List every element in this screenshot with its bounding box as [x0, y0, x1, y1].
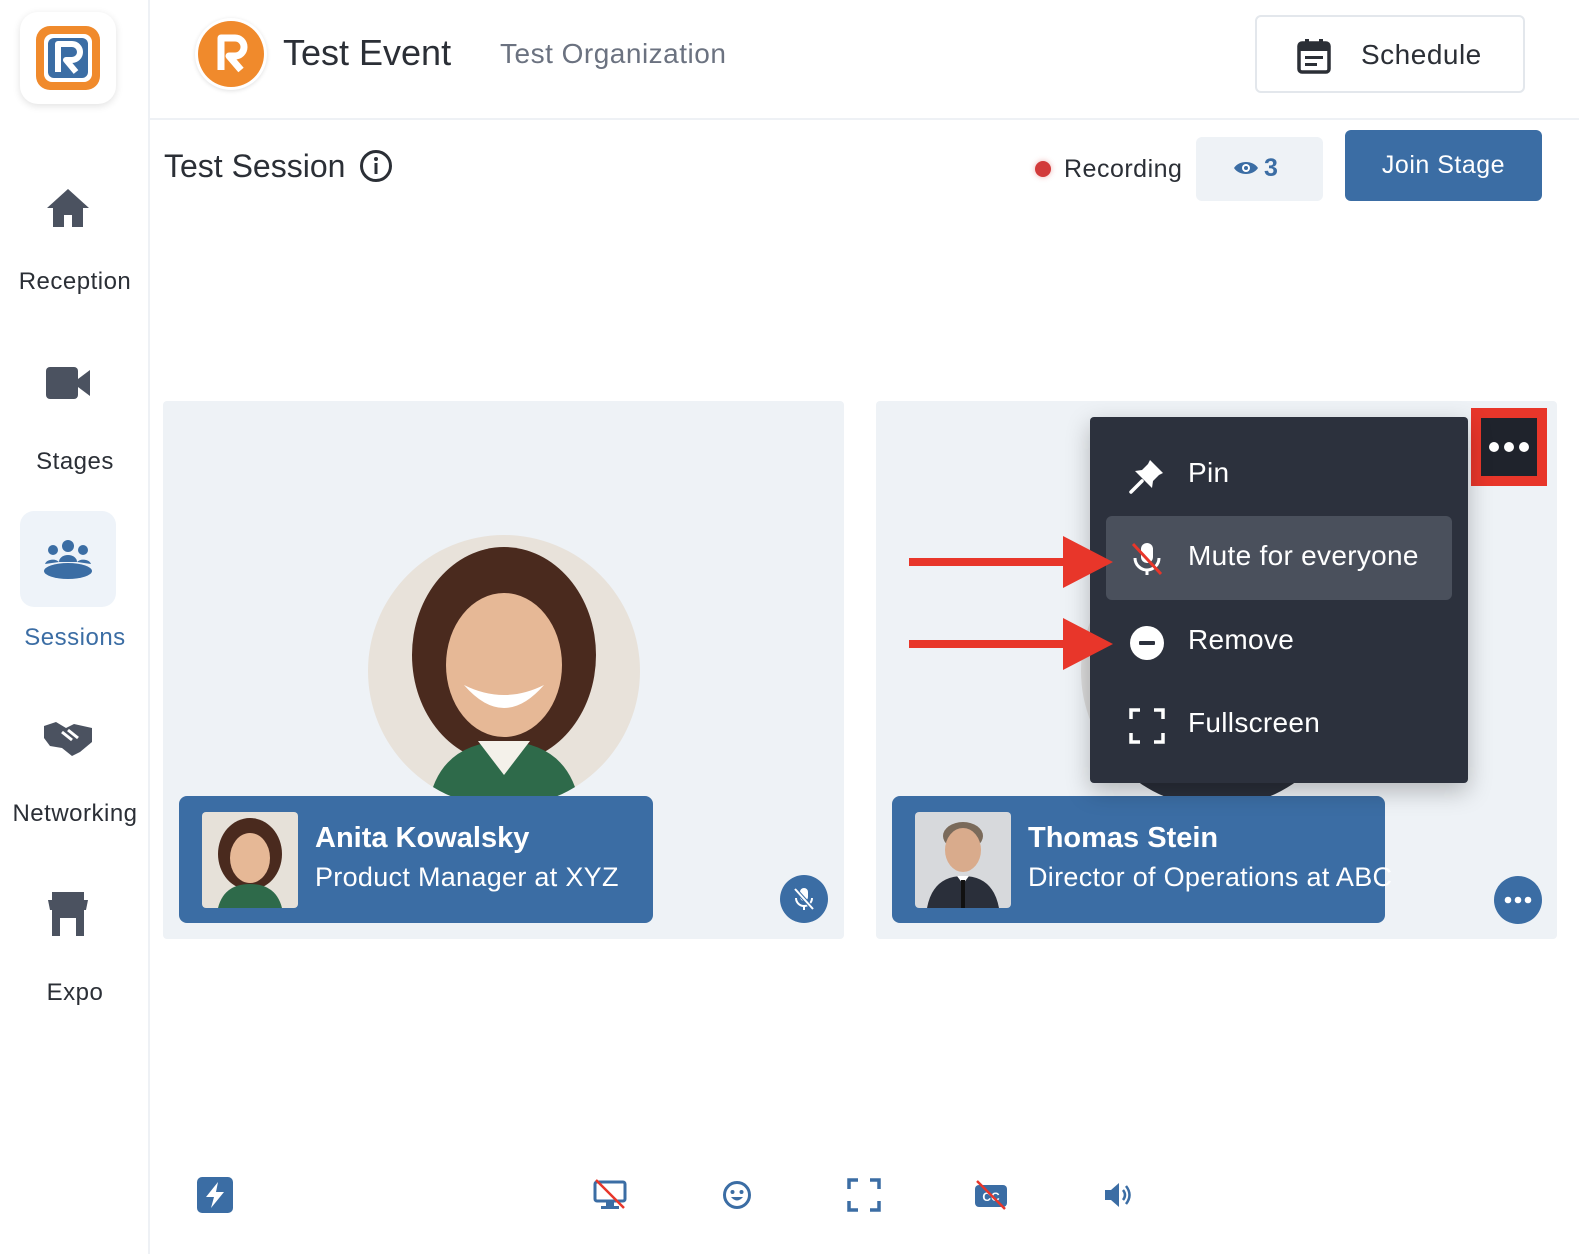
sidebar-item-expo[interactable]: Expo [0, 866, 150, 1016]
sidebar-item-label: Stages [36, 448, 114, 475]
sidebar: Reception Stages Sessions Networking Exp… [0, 0, 150, 1254]
more-horizontal-icon [1504, 896, 1532, 904]
fullscreen-icon [1129, 708, 1165, 744]
participant-thumbnail [915, 812, 1011, 908]
store-icon [20, 866, 116, 962]
video-camera-icon [20, 335, 116, 431]
minus-circle-icon [1130, 626, 1164, 660]
emoji-icon [723, 1181, 751, 1209]
lightning-icon [197, 1177, 233, 1213]
participant-context-menu: Pin Mute for everyone Remove Fullscreen [1090, 417, 1468, 783]
menu-item-mute-for-everyone[interactable]: Mute for everyone [1106, 516, 1452, 600]
participant-title: Director of Operations at ABC [1028, 862, 1393, 892]
sidebar-item-label: Networking [12, 800, 138, 827]
eye-icon [1234, 162, 1258, 174]
captions-off-icon: CC [975, 1180, 1007, 1210]
screen-share-off-icon [593, 1179, 627, 1209]
participant-tile[interactable]: Anita Kowalsky Product Manager at XYZ [163, 401, 844, 939]
event-logo-icon [198, 21, 264, 87]
sidebar-item-label: Expo [46, 979, 104, 1006]
menu-item-label: Fullscreen [1188, 707, 1321, 738]
mic-off-icon [793, 887, 815, 911]
quick-actions-button[interactable] [195, 1175, 235, 1215]
tile-more-options-button[interactable] [1481, 418, 1537, 476]
sidebar-item-stages[interactable]: Stages [0, 335, 150, 485]
participant-name-card: Thomas Stein Director of Operations at A… [892, 796, 1392, 923]
more-horizontal-icon [1489, 442, 1529, 452]
app: Reception Stages Sessions Networking Exp… [0, 0, 1579, 1254]
volume-button[interactable] [1098, 1175, 1138, 1215]
handshake-icon [20, 690, 116, 786]
menu-item-pin[interactable]: Pin [1106, 433, 1452, 517]
sidebar-item-reception[interactable]: Reception [0, 160, 150, 310]
people-group-icon [20, 511, 116, 607]
top-header: Test Event Test Organization Schedule [150, 0, 1579, 120]
sidebar-item-label: Sessions [24, 624, 126, 651]
fullscreen-icon [847, 1178, 881, 1212]
captions-button[interactable]: CC [971, 1175, 1011, 1215]
annotation-arrow [909, 536, 1113, 588]
volume-icon [1105, 1183, 1131, 1207]
annotation-arrow [909, 618, 1113, 670]
schedule-button[interactable]: Schedule [1255, 15, 1525, 93]
screen-share-button[interactable] [590, 1175, 630, 1215]
event-logo [195, 18, 267, 90]
join-stage-button[interactable]: Join Stage [1345, 130, 1542, 201]
menu-item-label: Remove [1188, 624, 1295, 655]
sidebar-item-sessions[interactable]: Sessions [0, 511, 150, 661]
recording-label: Recording [1064, 155, 1183, 183]
sidebar-item-networking[interactable]: Networking [0, 690, 150, 840]
viewer-count-badge[interactable]: 3 [1196, 137, 1323, 201]
sidebar-item-label: Reception [18, 268, 132, 295]
menu-item-remove[interactable]: Remove [1106, 600, 1452, 684]
organization-name: Test Organization [500, 38, 727, 69]
participant-avatar [368, 535, 640, 807]
home-icon [20, 160, 116, 256]
menu-item-fullscreen[interactable]: Fullscreen [1106, 683, 1452, 767]
pin-icon [1129, 460, 1163, 494]
schedule-label: Schedule [1361, 39, 1482, 70]
muted-mic-button[interactable] [780, 875, 828, 923]
participant-name: Anita Kowalsky [315, 822, 530, 854]
event-title: Test Event [283, 32, 452, 73]
participant-name-card: Anita Kowalsky Product Manager at XYZ [179, 796, 653, 923]
more-options-button[interactable] [1494, 876, 1542, 924]
calendar-icon [1297, 39, 1331, 74]
recording-indicator [1035, 161, 1051, 177]
participant-thumbnail [202, 812, 298, 908]
app-logo[interactable] [20, 12, 116, 104]
participant-name: Thomas Stein [1028, 822, 1219, 854]
menu-item-label: Pin [1188, 457, 1230, 488]
menu-item-label: Mute for everyone [1188, 540, 1419, 571]
participant-title: Product Manager at XYZ [315, 862, 619, 892]
fullscreen-button[interactable] [844, 1175, 884, 1215]
info-icon[interactable] [359, 149, 393, 183]
r-logo-icon [36, 26, 100, 90]
viewer-count: 3 [1264, 154, 1278, 182]
mic-off-icon [1131, 542, 1163, 576]
session-title: Test Session [164, 148, 346, 184]
reactions-button[interactable] [717, 1175, 757, 1215]
